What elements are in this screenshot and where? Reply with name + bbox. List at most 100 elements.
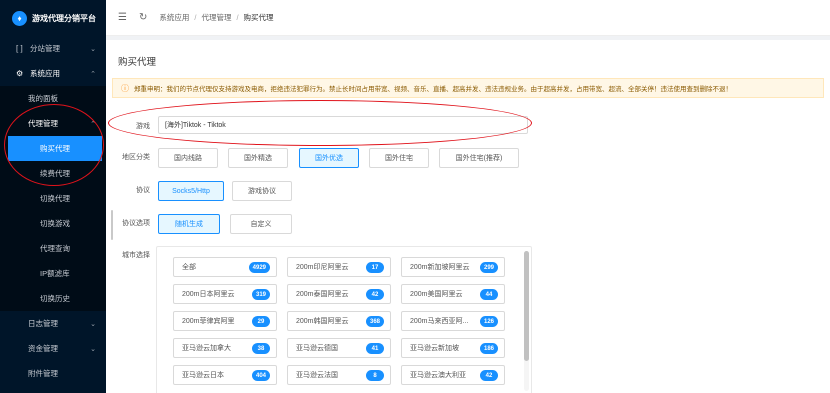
city-name: 200m日本阿里云 — [182, 291, 235, 298]
city-name: 全部 — [182, 264, 196, 271]
sidebar-item-label: 我的面板 — [28, 94, 58, 103]
count-badge: 368 — [365, 316, 384, 327]
sidebar-item-attachment-management[interactable]: 附件管理 — [0, 361, 106, 386]
sidebar-item-switch-game[interactable]: 切换游戏 — [0, 211, 106, 236]
city-name: 亚马逊云法国 — [296, 372, 338, 379]
notice-text: 郑重申明：我们的节点代理仅支持游戏及电商，拒绝违法犯罪行为。禁止长时间占用带宽、… — [134, 86, 732, 93]
scrollbar-thumb[interactable] — [524, 251, 529, 361]
city-name: 200m印尼阿里云 — [296, 264, 349, 271]
region-label: 地区分类 — [122, 154, 150, 161]
sidebar-item-label: 切换游戏 — [40, 219, 70, 228]
sidebar-item-label: 续费代理 — [40, 169, 70, 178]
sidebar: ♦ 游戏代理分销平台 [ ] 分站管理 ⌄ ⚙ 系统应用 ⌃ 我的面板 代理管理… — [0, 0, 106, 393]
city-option[interactable]: 200m菲律宾阿里 29 — [173, 311, 277, 331]
chevron-down-icon: ⌄ — [90, 320, 96, 328]
brand-logo-icon: ♦ — [12, 10, 27, 26]
city-option[interactable]: 亚马逊云法国 8 — [287, 365, 391, 385]
city-name: 200m韩国阿里云 — [296, 318, 349, 325]
sidebar-item-label: 切换历史 — [40, 294, 70, 303]
sidebar-item-label: 切换代理 — [40, 194, 70, 203]
breadcrumb-item[interactable]: 代理管理 — [201, 13, 231, 22]
count-badge: 4929 — [248, 262, 270, 273]
count-badge: 29 — [252, 316, 270, 327]
sidebar-item-label: 日志管理 — [28, 319, 58, 328]
city-list-panel: 全部 4929 200m印尼阿里云 17 200m新加坡阿里云 299 200m日本阿… — [156, 246, 532, 393]
sidebar-item-label: 资金管理 — [28, 344, 58, 353]
city-option[interactable]: 200m日本阿里云 319 — [173, 284, 277, 304]
sidebar-item-label: 购买代理 — [40, 144, 70, 153]
chevron-up-icon: ⌃ — [90, 120, 96, 128]
sidebar-item-ip-filter[interactable]: IP额滤库 — [0, 261, 106, 286]
city-option[interactable]: 亚马逊云日本 404 — [173, 365, 277, 385]
sidebar-item-system-apps[interactable]: ⚙ 系统应用 ⌃ — [0, 61, 106, 86]
protocol-option-socks5[interactable]: Socks5/Http — [158, 181, 224, 201]
city-name: 亚马逊云日本 — [182, 372, 224, 379]
sidebar-item-buy-proxy[interactable]: 购买代理 — [8, 136, 102, 161]
breadcrumb-item[interactable]: 系统应用 — [159, 13, 189, 22]
sidebar-item-my-panel[interactable]: 我的面板 — [0, 86, 106, 111]
city-option[interactable]: 200m印尼阿里云 17 — [287, 257, 391, 277]
count-badge: 404 — [251, 370, 270, 381]
city-option[interactable]: 亚马逊云加拿大 38 — [173, 338, 277, 358]
city-label: 城市选择 — [122, 252, 150, 259]
count-badge: 44 — [480, 289, 498, 300]
city-option[interactable]: 全部 4929 — [173, 257, 277, 277]
city-name: 200m泰国阿里云 — [296, 291, 349, 298]
breadcrumb-item-current: 购买代理 — [243, 13, 274, 22]
sidebar-item-switch-history[interactable]: 切换历史 — [0, 286, 106, 311]
sidebar-item-fund-management[interactable]: 资金管理 ⌄ — [0, 336, 106, 361]
sidebar-item-switch-proxy[interactable]: 切换代理 — [0, 186, 106, 211]
city-option[interactable]: 200m泰国阿里云 42 — [287, 284, 391, 304]
city-option[interactable]: 亚马逊云德国 41 — [287, 338, 391, 358]
sidebar-submenu: 我的面板 代理管理 ⌃ 购买代理 续费代理 切换代理 切换游戏 代理查询 IP额… — [0, 86, 106, 311]
protocol-option-random[interactable]: 随机生成 — [158, 214, 220, 234]
count-badge: 41 — [366, 343, 384, 354]
city-option[interactable]: 亚马逊云澳大利亚 42 — [401, 365, 505, 385]
sidebar-item-label: IP额滤库 — [40, 269, 70, 278]
city-option[interactable]: 亚马逊云新加坡 186 — [401, 338, 505, 358]
city-name: 200m新加坡阿里云 — [410, 264, 470, 271]
count-badge: 8 — [366, 370, 384, 381]
protocol-option-game[interactable]: 游戏协议 — [232, 181, 292, 201]
breadcrumb: 系统应用 / 代理管理 / 购买代理 — [159, 13, 274, 22]
game-label: 游戏 — [136, 123, 150, 130]
gear-icon: ⚙ — [16, 69, 24, 78]
region-option-overseas-preferred[interactable]: 国外优选 — [299, 148, 359, 168]
city-name: 200m美国阿里云 — [410, 291, 463, 298]
game-select-input[interactable]: [海外]Tiktok - Tiktok — [158, 116, 528, 134]
region-option-overseas-residential[interactable]: 国外住宅 — [369, 148, 429, 168]
count-badge: 126 — [479, 316, 498, 327]
menu-fold-icon[interactable]: ☰ — [118, 12, 127, 23]
chevron-up-icon: ⌃ — [90, 70, 96, 78]
sidebar-item-label: 附件管理 — [28, 369, 58, 378]
protocol-option-custom[interactable]: 自定义 — [230, 214, 292, 234]
city-name: 200m马来西亚阿... — [410, 318, 469, 325]
protocol-option-label: 协议选项 — [122, 220, 150, 227]
sidebar-item-proxy-query[interactable]: 代理查询 — [0, 236, 106, 261]
sidebar-item-site-management[interactable]: [ ] 分站管理 ⌄ — [0, 36, 106, 61]
count-badge: 38 — [252, 343, 270, 354]
sidebar-item-label: 分站管理 — [30, 44, 60, 53]
city-name: 200m菲律宾阿里 — [182, 318, 235, 325]
sidebar-item-log-management[interactable]: 日志管理 ⌄ — [0, 311, 106, 336]
sidebar-item-label: 代理管理 — [28, 119, 58, 128]
refresh-icon[interactable]: ↻ — [139, 12, 147, 23]
city-option[interactable]: 200m新加坡阿里云 299 — [401, 257, 505, 277]
region-option-overseas-residential-recommended[interactable]: 国外住宅(推荐) — [439, 148, 519, 168]
city-name: 亚马逊云新加坡 — [410, 345, 459, 352]
chevron-down-icon: ⌄ — [90, 345, 96, 353]
sidebar-item-label: 系统应用 — [30, 69, 60, 78]
sidebar-item-proxy-management[interactable]: 代理管理 ⌃ — [0, 111, 106, 136]
protocol-label: 协议 — [136, 187, 150, 194]
city-name: 亚马逊云德国 — [296, 345, 338, 352]
count-badge: 186 — [479, 343, 498, 354]
sidebar-item-label: 代理查询 — [40, 244, 70, 253]
brand-title: 游戏代理分销平台 — [32, 13, 96, 23]
city-option[interactable]: 200m马来西亚阿... 126 — [401, 311, 505, 331]
region-option-domestic[interactable]: 国内线路 — [158, 148, 218, 168]
warning-icon: ⓘ — [121, 83, 129, 93]
city-option[interactable]: 200m韩国阿里云 368 — [287, 311, 391, 331]
region-option-overseas-select[interactable]: 国外精选 — [228, 148, 288, 168]
sidebar-item-renew-proxy[interactable]: 续费代理 — [0, 161, 106, 186]
city-option[interactable]: 200m美国阿里云 44 — [401, 284, 505, 304]
